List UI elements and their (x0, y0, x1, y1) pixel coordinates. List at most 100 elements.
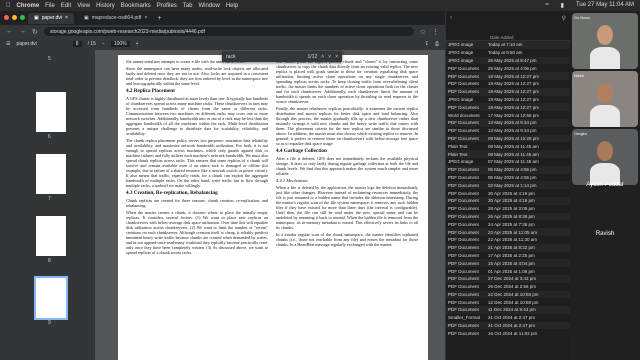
file-row[interactable]: PDF Document 13 May 2025 at 9:34 pm (446, 127, 570, 135)
file-row[interactable]: PDF Document 15 Apr 2025 at 4:04 pm (446, 259, 570, 268)
zoom-in-icon[interactable]: + (136, 41, 139, 47)
menu-window[interactable]: Window (198, 3, 219, 9)
file-row[interactable]: PDF Document 26 Apr 2025 at 8:38 pm (446, 212, 570, 221)
tab-close-icon[interactable]: × (144, 15, 147, 21)
find-input[interactable]: rack (226, 54, 304, 60)
file-row[interactable]: PDF Document 31 Oct 2024 at 2:47 pm (446, 321, 570, 330)
menu-dots-icon[interactable]: ⋮ (432, 28, 439, 36)
participant-name[interactable]: Ayush Poddar (572, 182, 638, 188)
file-row[interactable]: Word document 17 May 2025 at 12:58 pm (446, 111, 570, 119)
file-row[interactable]: PDF Document 22 Apr 2025 at 11:30 am (446, 236, 570, 244)
file-row[interactable]: Plain Text 08 May 2025 at 11:45 am (446, 142, 570, 150)
menu-chrome[interactable]: Chrome (17, 3, 40, 9)
file-row[interactable]: Smaller_Format 31 Oct 2024 at 2:47 pm (446, 314, 570, 322)
participant-tile[interactable]: Nikhil (572, 71, 638, 127)
file-row[interactable]: JPEG image Today at 7:10 am (446, 41, 570, 49)
participant-name[interactable]: Ravish (572, 231, 638, 237)
file-date: 13 May 2025 at 9:34 pm (488, 128, 537, 134)
file-row[interactable]: JPEG image Today at 6:50 am (446, 49, 570, 57)
file-row[interactable]: PDF Document 26 Dec 2024 at 2:56 pm (446, 283, 570, 291)
zoom-out-icon[interactable]: − (102, 41, 105, 47)
file-row[interactable]: PDF Document 27 Dec 2024 at 3:43 pm (446, 274, 570, 283)
menu-history[interactable]: History (96, 3, 115, 9)
file-row[interactable]: PDF Document 25 May 2025 at 4:06 pm (446, 64, 570, 72)
file-row[interactable]: PDF Document 05 May 2025 at 4:55 pm (446, 165, 570, 174)
back-icon[interactable]: ‹ (450, 15, 452, 21)
file-row[interactable]: PDF Document 23 Apr 2025 at 11:05 am (446, 228, 570, 236)
file-row[interactable]: JPEG image 19 May 2025 at 12:27 pm (446, 96, 570, 104)
file-row[interactable]: PDF Document 17 Apr 2025 at 2:25 pm (446, 252, 570, 260)
file-row[interactable]: PDF Document 19 May 2025 at 12:27 pm (446, 87, 570, 96)
page-number-input[interactable]: 8 (72, 41, 82, 47)
thumb-label: 7 (48, 196, 51, 202)
file-row[interactable]: PDF Document 09 May 2025 at 12:29 pm (446, 134, 570, 143)
paragraph: After a file is deleted, GFS does not im… (276, 156, 418, 176)
download-icon[interactable]: ↧ (425, 41, 429, 47)
menu-profiles[interactable]: Profiles (157, 3, 177, 9)
file-row[interactable]: PDF Document 05 May 2025 at 4:55 pm (446, 174, 570, 182)
file-row[interactable]: PDF Document 16 Oct 2024 at 11:02 pm (446, 329, 570, 337)
column-date-added[interactable]: Date Added (490, 35, 514, 40)
menu-bookmarks[interactable]: Bookmarks (121, 3, 151, 9)
apple-icon[interactable]:  (6, 3, 11, 9)
tab-mapreduce[interactable]: ▣ mapreduce-osdi04.pdf × (78, 13, 153, 24)
file-row[interactable]: PDF Document 28 Apr 2025 at 3:08 pm (446, 205, 570, 213)
file-date: 05 May 2025 at 4:55 pm (488, 167, 537, 173)
file-row[interactable]: PDF Document 30 Apr 2025 at 4:19 pm (446, 196, 570, 205)
file-row[interactable]: PDF Document 19 May 2025 at 12:27 pm (446, 72, 570, 80)
page-thumbnail[interactable] (36, 216, 66, 256)
file-date: 26 Apr 2025 at 8:38 pm (488, 213, 535, 219)
print-icon[interactable]: ⎙ (435, 41, 439, 47)
file-date: 19 May 2025 at 12:27 pm (488, 73, 540, 79)
menu-file[interactable]: File (45, 3, 55, 9)
file-row[interactable]: PDF Document 30 Apr 2025 at 4:19 pm (446, 189, 570, 197)
sidebar-toggle-icon[interactable]: ☰ (6, 41, 10, 47)
find-prev-icon[interactable]: ˄ (321, 54, 324, 60)
file-row[interactable]: PDF Document 12 Dec 2024 at 10:58 pm (446, 298, 570, 306)
file-row[interactable]: JPEG image 07 May 2025 at 11:45 am (446, 158, 570, 166)
participant-tile[interactable]: Omgiru (572, 129, 638, 185)
tab-close-icon[interactable]: × (65, 15, 68, 21)
menu-edit[interactable]: Edit (61, 3, 71, 9)
forward-icon[interactable]: → (19, 28, 26, 35)
battery-icon[interactable]: ▮ (561, 2, 564, 9)
file-row[interactable]: PDF Document 02 May 2025 at 1:14 pm (446, 181, 570, 190)
find-close-icon[interactable]: × (335, 54, 338, 60)
clock[interactable]: Tue 27 May 11:04 AM (576, 2, 634, 9)
file-date: 27 Dec 2024 at 3:43 pm (488, 276, 537, 282)
new-tab-icon[interactable]: + (157, 15, 161, 22)
zoom-button[interactable] (20, 15, 25, 20)
file-date: Today at 7:10 am (488, 42, 523, 48)
file-row[interactable]: PDF Document 01 Apr 2025 at 1:08 pm (446, 267, 570, 275)
find-next-icon[interactable]: ˅ (328, 54, 331, 60)
page-thumbnail[interactable] (36, 92, 66, 132)
participant-tile[interactable]: Oz Nova (572, 13, 638, 69)
file-date: 31 Oct 2024 at 2:47 pm (488, 323, 536, 329)
page-thumbnail-selected[interactable] (34, 276, 68, 320)
file-row[interactable]: JPEG image 26 May 2025 at 8:47 pm (446, 56, 570, 65)
zoom-level[interactable]: 100% (110, 41, 130, 47)
file-row[interactable]: PDF Document 24 Apr 2025 at 7:36 pm (446, 220, 570, 228)
page-thumbnail[interactable] (36, 154, 66, 194)
file-row[interactable]: PDF Document 11 Dec 2024 at 9:43 pm (446, 306, 570, 314)
close-button[interactable] (4, 15, 9, 20)
file-row[interactable]: PDF Document 13 May 2025 at 9:34 pm (446, 118, 570, 127)
minimize-button[interactable] (12, 15, 17, 20)
menu-tab[interactable]: Tab (183, 3, 193, 9)
reload-icon[interactable]: ↻ (32, 28, 38, 36)
bookmark-star-icon[interactable]: ☆ (420, 28, 426, 36)
menu-help[interactable]: Help (226, 3, 238, 9)
back-icon[interactable]: ← (6, 28, 13, 35)
url-field[interactable]: storage.googleapis.com/pweb-research2023… (43, 27, 414, 36)
pdf-icon: ▣ (34, 15, 39, 21)
file-row[interactable]: PDF Document 19 May 2025 at 12:27 pm (446, 80, 570, 88)
search-icon[interactable]: ⚲ (562, 15, 566, 22)
wifi-icon[interactable]: ≈ (545, 2, 548, 9)
file-row[interactable]: PDF Document 21 Apr 2025 at 8:22 pm (446, 243, 570, 252)
file-row[interactable]: PDF Document 22 Dec 2024 at 10:58 pm (446, 290, 570, 299)
file-date: 08 May 2025 at 11:45 am (488, 151, 539, 157)
menu-view[interactable]: View (77, 3, 90, 9)
file-row[interactable]: Plain Text 08 May 2025 at 11:45 am (446, 150, 570, 158)
file-row[interactable]: PDF Document 19 May 2025 at 12:27 pm (446, 103, 570, 112)
tab-paper[interactable]: ▣ paper.dvi × (28, 12, 74, 24)
